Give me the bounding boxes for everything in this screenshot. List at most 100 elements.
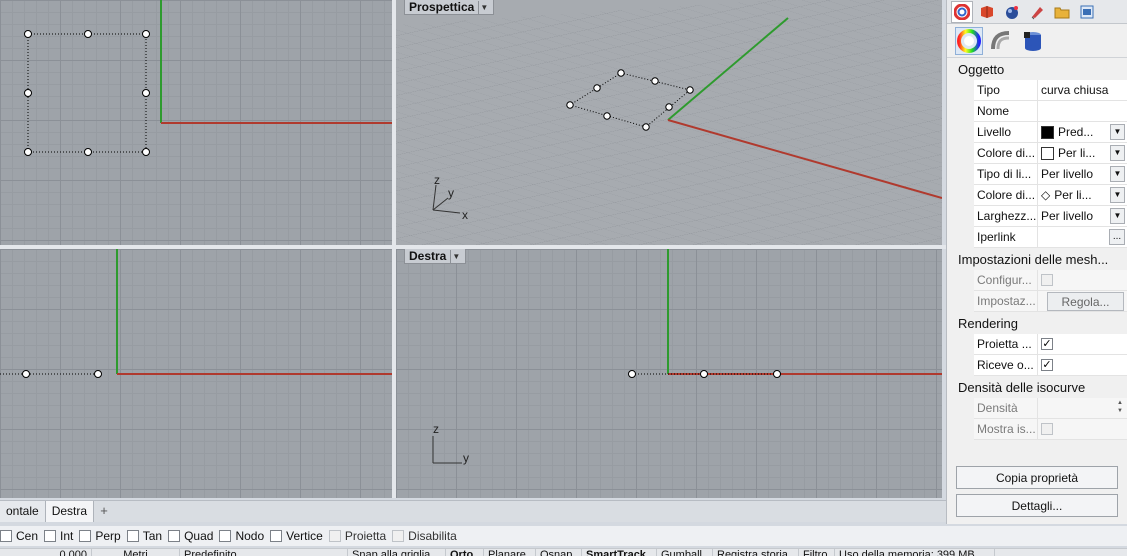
hyperlink-input[interactable]: ... [1037,227,1127,247]
properties-tab-icon[interactable] [951,0,973,23]
control-point [142,30,150,38]
viewport-top[interactable] [0,0,392,245]
prop-label: Mostra is... [974,419,1037,439]
checkbox[interactable] [168,530,181,542]
prop-label: Larghezz... [974,206,1037,226]
osnap-nodo[interactable]: Nodo [219,529,264,543]
checkbox[interactable] [126,530,139,542]
checkbox[interactable] [79,530,92,542]
status-smarttrack[interactable]: SmartTrack [582,549,657,556]
cast-shadows-checkbox[interactable] [1041,338,1053,350]
checkbox[interactable] [328,530,341,542]
viewport-front[interactable] [0,249,392,498]
osnap-disabilita[interactable]: Disabilita [392,529,457,543]
chevron-down-icon[interactable]: ▼ [1110,208,1125,224]
status-history[interactable]: Registra storia [713,549,799,556]
viewport-splitter-horizontal[interactable] [0,245,946,249]
panel-tabs [947,0,1127,24]
tab-frontale[interactable]: ontale [0,501,46,522]
osnap-proietta[interactable]: Proietta [328,529,386,543]
viewport-perspective[interactable]: x y z Prospettica ▼ [396,0,942,245]
status-grid-snap[interactable]: Snap alla griglia [348,549,446,556]
prop-label: Livello [974,122,1037,142]
layer-value: Pred... [1058,125,1094,139]
chevron-down-icon[interactable]: ▼ [1110,166,1125,182]
receive-shadows-checkbox[interactable] [1041,359,1053,371]
configure-checkbox[interactable] [1041,274,1053,286]
tab-destra[interactable]: Destra [45,501,95,522]
checkbox[interactable] [392,530,405,542]
status-layer[interactable]: Predefinito [180,549,348,556]
chevron-down-icon[interactable]: ▼ [1110,124,1125,140]
print-width-value: Per livello [1041,209,1094,223]
osnap-label: Nodo [235,529,265,543]
name-input[interactable] [1037,101,1127,121]
control-points[interactable] [24,30,150,156]
status-osnap[interactable]: Osnap [536,549,582,556]
density-stepper[interactable]: ▲ ▼ [1037,398,1127,418]
display-color-value: Per li... [1058,146,1096,160]
curvature-icon[interactable] [987,27,1015,55]
viewport-title-perspective[interactable]: Prospettica ▼ [404,0,495,15]
browse-button[interactable]: ... [1109,229,1125,245]
prop-row-configura: Configur... [974,270,1127,291]
show-isocurves-checkbox[interactable] [1041,423,1053,435]
checkbox[interactable] [219,530,232,542]
section-mesh: Impostazioni delle mesh... [958,252,1109,267]
spinner-icon[interactable]: ▲ ▼ [1115,399,1125,417]
checkbox[interactable] [44,530,57,542]
viewport-splitter-vertical[interactable] [392,0,396,498]
osnap-quad[interactable]: Quad [168,529,213,543]
prop-row-tipo: Tipo curva chiusa [974,80,1127,101]
print-color-select[interactable]: ◇ Per li... ▼ [1037,185,1127,205]
folder-tab-icon[interactable] [1051,1,1073,23]
section-oggetto: Oggetto [958,62,1005,77]
add-tab-icon[interactable]: + [94,501,114,522]
osnap-bar: Cen Int Perp Tan Quad Nodo Vertice Proie… [0,526,1127,546]
control-points[interactable] [22,370,102,378]
display-tab-icon[interactable] [1026,1,1048,23]
chevron-down-icon[interactable]: ▼ [1110,145,1125,161]
chevron-down-icon[interactable]: ▼ [478,0,489,14]
status-units: Metri [92,549,180,556]
viewport-tabs: ontale Destra + [0,500,946,522]
display-color-select[interactable]: Per li... ▼ [1037,143,1127,163]
osnap-perp[interactable]: Perp [79,529,121,543]
status-ortho[interactable]: Orto [446,549,484,556]
chevron-down-icon[interactable]: ▼ [450,249,461,263]
diamond-icon: ◇ [1041,188,1051,202]
checkbox[interactable] [0,530,12,542]
osnap-label: Vertice [286,529,323,543]
viewport-title-right[interactable]: Destra ▼ [404,249,467,264]
render-tab-icon[interactable] [1001,1,1023,23]
checkbox[interactable] [270,530,283,542]
axis-label-z: z [434,173,440,187]
details-button[interactable]: Dettagli... [956,494,1118,517]
prop-row-densita: Densità ▲ ▼ [974,398,1127,419]
print-width-select[interactable]: Per livello ▼ [1037,206,1127,226]
right-geometry [432,249,942,464]
osnap-cen[interactable]: Cen [0,529,38,543]
layers-tab-icon[interactable] [976,1,998,23]
adjust-button[interactable]: Regola... [1047,292,1124,311]
status-gumball[interactable]: Gumball [657,549,713,556]
viewport-right[interactable]: y z Destra ▼ [396,249,942,498]
osnap-vertice[interactable]: Vertice [270,529,323,543]
osnap-tan[interactable]: Tan [126,529,162,543]
linetype-select[interactable]: Per livello ▼ [1037,164,1127,184]
prop-row-riceve: Riceve o... [974,355,1127,376]
object-properties-icon[interactable] [955,26,983,55]
prop-label: Impostaz... [974,291,1037,311]
object-subtabs [947,24,1127,58]
closed-curve[interactable] [27,33,147,153]
osnap-int[interactable]: Int [44,529,73,543]
status-planar[interactable]: Planare [484,549,536,556]
copy-properties-button[interactable]: Copia proprietà [956,466,1118,489]
status-filter[interactable]: Filtro [799,549,835,556]
control-point [84,148,92,156]
help-tab-icon[interactable] [1076,1,1098,23]
chevron-down-icon[interactable]: ▼ [1110,187,1125,203]
material-icon[interactable] [1019,27,1047,55]
layer-select[interactable]: Pred... ▼ [1037,122,1127,142]
receive-shadows-cell [1037,355,1127,375]
